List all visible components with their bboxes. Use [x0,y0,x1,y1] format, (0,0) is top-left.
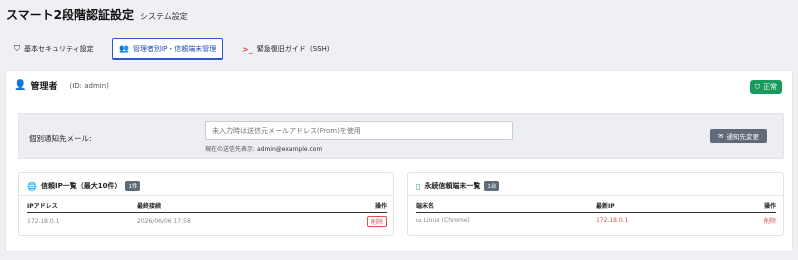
notify-hint: 現在の送信先表示: admin@example.com [205,144,322,153]
mobile-icon: ▯ [416,181,421,191]
admin-panel: 👤 管理者 (ID: admin) ⛉ 正常 個別通知先メール: 現在の送信先表… [5,70,793,252]
count-badge: 1台 [484,181,500,191]
tab-emergency-recovery[interactable]: >_ 緊急復旧ガイド（SSH） [236,38,340,60]
action-cell: 削除 [736,213,776,225]
page-subtitle: システム設定 [140,12,188,21]
globe-icon: 🌐 [27,181,37,191]
notify-label: 個別通知先メール: [29,134,92,143]
envelope-icon: ✉ [718,132,724,140]
card-title: ▯ 永続信頼端末一覧 1台 [416,181,500,191]
notify-email-input[interactable] [205,121,513,140]
admin-title: 管理者 [30,82,58,92]
column-header: 操作 [763,203,776,210]
change-notify-button[interactable]: ✉ 通知先変更 [710,129,767,143]
tab-basic-security[interactable]: ⛉ 基本セキュリティ設定 [8,38,100,60]
trusted-ip-card: 🌐 信頼IP一覧（最大10件） 1件 IPアドレス 最終接続 操作 172.18… [18,172,394,236]
delete-ip-button[interactable]: 削除 [366,216,387,227]
trusted-ip-table: IPアドレス 最終接続 操作 172.18.0.1 2026/06/06 17:… [27,201,387,227]
card-title-text: 信頼IP一覧（最大10件） [40,182,122,190]
divider [408,195,783,196]
column-header: IPアドレス [27,203,58,210]
delete-device-button[interactable]: 削除 [764,218,776,225]
user-icon: 👤 [14,80,27,91]
status-label: 正常 [763,83,777,91]
table-row: 172.18.0.1 2026/06/06 17:58 削除 [27,213,387,227]
column-header: 最新IP [596,203,615,210]
device-name: Linux (Chrome) [423,217,470,224]
tab-label: 管理者別IP・信頼端末管理 [132,44,217,53]
terminal-icon: >_ [242,44,253,54]
hint-prefix: 現在の送信先表示: [205,146,256,153]
shield-check-icon: ⛉ [754,82,760,91]
trusted-device-card: ▯ 永続信頼端末一覧 1台 端末名 最新IP 操作 ▭ Linux (Chrom… [407,172,784,236]
admin-id: (ID: admin) [69,81,109,90]
tab-admin-ip-devices[interactable]: 👥 管理者別IP・信頼端末管理 [112,38,224,60]
count-badge: 1件 [125,181,141,191]
table-row: ▭ Linux (Chrome) 172.18.0.1 削除 [416,213,776,226]
button-label: 通知先変更 [726,133,760,141]
tab-bar: ⛉ 基本セキュリティ設定 👥 管理者別IP・信頼端末管理 >_ 緊急復旧ガイド（… [0,38,798,62]
card-title: 🌐 信頼IP一覧（最大10件） 1件 [27,181,141,191]
table-header-row: 端末名 最新IP 操作 [416,201,776,213]
table-header-row: IPアドレス 最終接続 操作 [27,201,387,213]
column-header: 端末名 [416,203,435,210]
divider [19,195,393,196]
notify-settings: 個別通知先メール: 現在の送信先表示: admin@example.com ✉ … [18,113,784,159]
action-cell: 削除 [357,213,387,227]
admin-heading: 👤 管理者 (ID: admin) [14,79,109,92]
status-badge: ⛉ 正常 [749,80,782,94]
hint-email: admin@example.com [256,146,323,153]
column-header: 最終接続 [137,203,162,210]
device-ip-cell: 172.18.0.1 [596,217,629,224]
column-header: 操作 [374,203,387,210]
device-name-cell: ▭ Linux (Chrome) [416,213,596,226]
tab-label: 基本セキュリティ設定 [24,45,94,53]
laptop-icon: ▭ [416,217,422,224]
card-title-text: 永続信頼端末一覧 [424,182,481,190]
shield-icon: ⛉ [14,44,20,53]
users-icon: 👥 [119,44,129,53]
ip-cell: 172.18.0.1 [27,218,60,225]
page-header: スマート2段階認証設定 システム設定 [6,6,188,24]
trusted-device-table: 端末名 最新IP 操作 ▭ Linux (Chrome) 172.18.0.1 … [416,201,776,225]
tab-label: 緊急復旧ガイド（SSH） [256,45,334,53]
page-title: スマート2段階認証設定 [6,8,134,22]
last-access-cell: 2026/06/06 17:58 [137,218,191,225]
